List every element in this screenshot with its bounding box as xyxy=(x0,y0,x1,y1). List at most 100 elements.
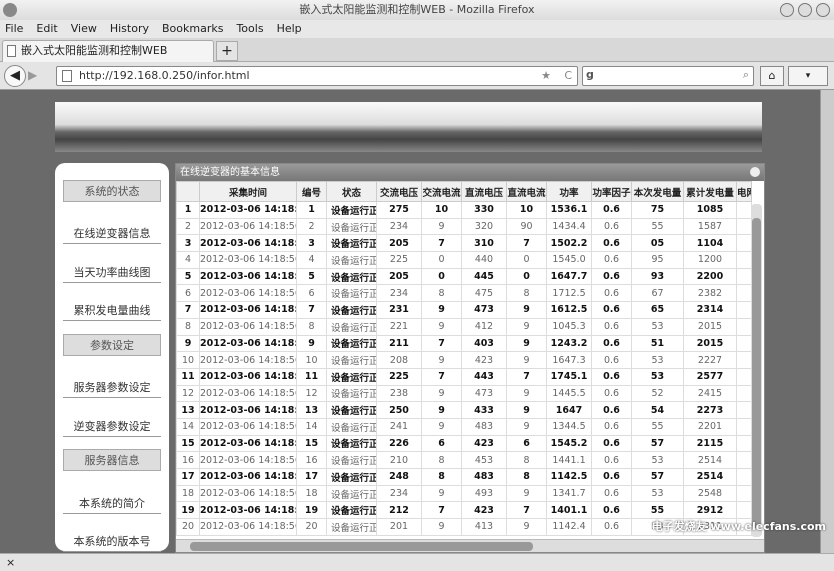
close-findbar-icon[interactable]: × xyxy=(6,556,15,569)
table-cell: 8 xyxy=(506,284,547,303)
table-row[interactable]: 52012-03-06 14:18:565设备运行正常205044501647.… xyxy=(176,267,752,286)
table-row[interactable]: 72012-03-06 14:18:567设备运行正常231947391612.… xyxy=(176,301,752,319)
table-cell: 10 xyxy=(296,351,327,369)
table-row[interactable]: 62012-03-06 14:18:566设备运行正常234847581712.… xyxy=(176,284,752,303)
home-button[interactable]: ⌂ xyxy=(760,66,784,86)
table-cell: 0.6 xyxy=(591,217,632,236)
column-header[interactable]: 采集时间 xyxy=(199,181,297,202)
table-cell: 0.6 xyxy=(591,234,632,253)
table-cell: 9 xyxy=(421,317,462,336)
table-cell: 9 xyxy=(296,334,327,353)
new-tab-button[interactable]: + xyxy=(216,41,238,61)
scroll-thumb[interactable] xyxy=(190,542,533,551)
menu-edit[interactable]: Edit xyxy=(36,20,57,38)
table-cell: 5 xyxy=(176,267,200,286)
sidebar-item[interactable]: 累积发电量曲线 xyxy=(61,289,163,328)
tab-label: 嵌入式太阳能监测和控制WEB xyxy=(21,44,168,57)
table-row[interactable]: 162012-03-06 14:18:5616设备运行正常21084538144… xyxy=(176,451,752,469)
sidebar-item[interactable]: 服务器参数设定 xyxy=(61,366,163,405)
table-row[interactable]: 112012-03-06 14:18:5611设备运行正常22574437174… xyxy=(176,367,752,386)
collapse-icon[interactable] xyxy=(750,167,760,177)
table-row[interactable]: 102012-03-06 14:18:5610设备运行正常20894239164… xyxy=(176,351,752,369)
menu-bookmarks[interactable]: Bookmarks xyxy=(162,20,223,38)
panel-title-bar: 在线逆变器的基本信息 xyxy=(176,164,764,181)
table-cell: 0.6 xyxy=(591,468,632,486)
column-header[interactable]: 电网频率 xyxy=(736,181,752,202)
table-row[interactable]: 82012-03-06 14:18:568设备运行正常221941291045.… xyxy=(176,317,752,336)
search-icon[interactable]: ⌕ xyxy=(743,68,749,82)
column-header[interactable]: 功率因子 xyxy=(591,181,632,202)
column-header[interactable]: 编号 xyxy=(296,181,327,202)
table-row[interactable]: 172012-03-06 14:18:5617设备运行正常24884838114… xyxy=(176,468,752,486)
minimize-button[interactable] xyxy=(780,3,794,17)
column-header[interactable]: 本次发电量 xyxy=(631,181,684,202)
table-row[interactable]: 182012-03-06 14:18:5618设备运行正常23494939134… xyxy=(176,484,752,503)
table-cell: 2577 xyxy=(683,367,737,386)
column-header[interactable] xyxy=(176,181,200,202)
url-bar[interactable]: http://192.168.0.250/infor.html ★ C xyxy=(56,66,578,86)
table-row[interactable]: 192012-03-06 14:18:5619设备运行正常21274237140… xyxy=(176,501,752,520)
table-cell: 2200 xyxy=(683,267,737,286)
menu-history[interactable]: History xyxy=(110,20,149,38)
vertical-scrollbar[interactable] xyxy=(751,204,762,537)
column-header[interactable]: 交流电流 xyxy=(421,181,462,202)
table-cell: 设备运行正常 xyxy=(326,251,377,269)
table-cell: 2012-03-06 14:18:56 xyxy=(199,234,297,253)
close-window-button[interactable] xyxy=(816,3,830,17)
table-cell: 241 xyxy=(376,417,422,436)
back-button[interactable]: ◀ xyxy=(4,65,26,87)
table-cell: 5 xyxy=(296,267,327,286)
table-cell: 212 xyxy=(376,501,422,520)
horizontal-scrollbar[interactable] xyxy=(176,539,764,552)
menu-bar: File Edit View History Bookmarks Tools Help xyxy=(0,20,834,38)
column-header[interactable]: 交流电压 xyxy=(376,181,422,202)
table-row[interactable]: 142012-03-06 14:18:5614设备运行正常24194839134… xyxy=(176,417,752,436)
column-header[interactable]: 直流电压 xyxy=(461,181,507,202)
table-row[interactable]: 92012-03-06 14:18:569设备运行正常211740391243.… xyxy=(176,334,752,353)
table-row[interactable]: 42012-03-06 14:18:564设备运行正常225044001545.… xyxy=(176,251,752,269)
column-header[interactable]: 状态 xyxy=(326,181,377,202)
column-header[interactable]: 功率 xyxy=(546,181,592,202)
table-cell: 53 xyxy=(631,484,684,503)
table-cell: 设备运行正常 xyxy=(326,434,377,453)
table-cell: 9 xyxy=(176,334,200,353)
page-scrollbar[interactable] xyxy=(820,90,834,553)
table-cell: 0.6 xyxy=(591,301,632,319)
tab-active[interactable]: 嵌入式太阳能监测和控制WEB xyxy=(2,40,214,62)
sidebar-item[interactable]: 逆变器参数设定 xyxy=(61,404,163,443)
google-icon[interactable]: g xyxy=(586,68,594,81)
table-cell: 412 xyxy=(461,317,507,336)
search-input[interactable]: g ⌕ xyxy=(582,66,754,86)
table-row[interactable]: 122012-03-06 14:18:5612设备运行正常23894739144… xyxy=(176,384,752,403)
table-row[interactable]: 22012-03-06 14:18:562设备运行正常2349320901434… xyxy=(176,217,752,236)
column-header[interactable]: 直流电流 xyxy=(506,181,547,202)
scroll-thumb[interactable] xyxy=(752,218,761,528)
menu-help[interactable]: Help xyxy=(277,20,302,38)
nav-bar: ◀ ▶ http://192.168.0.250/infor.html ★ C g ⌕… xyxy=(0,62,834,90)
table-row[interactable]: 32012-03-06 14:18:563设备运行正常205731071502.… xyxy=(176,234,752,253)
table-cell: 6 xyxy=(176,284,200,303)
table-row[interactable]: 132012-03-06 14:18:5613设备运行正常25094339164… xyxy=(176,401,752,419)
table-cell: 1612.5 xyxy=(546,301,592,319)
table-cell: 1647 xyxy=(546,401,592,419)
menu-view[interactable]: View xyxy=(71,20,97,38)
sidebar-item[interactable]: 当天功率曲线图 xyxy=(61,250,163,289)
sidebar-item[interactable]: 在线逆变器信息 xyxy=(61,212,163,251)
column-header[interactable]: 累计发电量 xyxy=(683,181,737,202)
bookmark-star-icon[interactable]: ★ xyxy=(541,67,551,85)
sidebar-item[interactable]: 本系统的简介 xyxy=(61,481,163,520)
reload-icon[interactable]: C xyxy=(564,67,572,85)
table-cell: 1536.1 xyxy=(546,201,592,219)
sidebar-item-label: 服务器信息 xyxy=(63,449,161,471)
menu-file[interactable]: File xyxy=(5,20,23,38)
maximize-button[interactable] xyxy=(798,3,812,17)
table-cell: 8 xyxy=(421,451,462,469)
menu-tools[interactable]: Tools xyxy=(236,20,263,38)
addon-button[interactable]: ▾ xyxy=(788,66,828,86)
table-cell: 9 xyxy=(506,384,547,403)
forward-button[interactable]: ▶ xyxy=(28,68,37,82)
table-cell: 57 xyxy=(631,434,684,453)
table-cell: 1434.4 xyxy=(546,217,592,236)
table-row[interactable]: 12012-03-06 14:18:561设备运行正常2751033010153… xyxy=(176,201,752,219)
table-row[interactable]: 152012-03-06 14:18:5615设备运行正常22664236154… xyxy=(176,434,752,453)
